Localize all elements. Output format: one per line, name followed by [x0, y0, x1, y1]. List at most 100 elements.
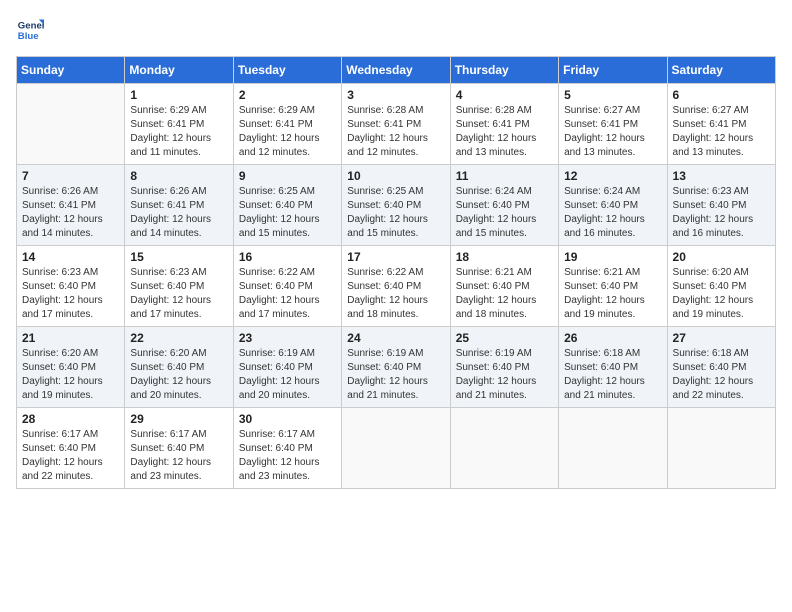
calendar-cell: 25 Sunrise: 6:19 AM Sunset: 6:40 PM Dayli…	[450, 327, 558, 408]
calendar-cell: 23 Sunrise: 6:19 AM Sunset: 6:40 PM Dayli…	[233, 327, 341, 408]
day-number: 5	[564, 88, 661, 102]
day-number: 9	[239, 169, 336, 183]
day-info: Sunrise: 6:18 AM Sunset: 6:40 PM Dayligh…	[564, 347, 661, 403]
calendar-cell	[667, 408, 775, 489]
calendar-cell: 6 Sunrise: 6:27 AM Sunset: 6:41 PM Daylig…	[667, 84, 775, 165]
calendar-table: SundayMondayTuesdayWednesdayThursdayFrid…	[16, 56, 776, 489]
day-number: 27	[673, 331, 770, 345]
day-info: Sunrise: 6:19 AM Sunset: 6:40 PM Dayligh…	[456, 347, 553, 403]
day-info: Sunrise: 6:23 AM Sunset: 6:40 PM Dayligh…	[22, 266, 119, 322]
day-number: 24	[347, 331, 444, 345]
calendar-cell: 1 Sunrise: 6:29 AM Sunset: 6:41 PM Daylig…	[125, 84, 233, 165]
calendar-cell: 18 Sunrise: 6:21 AM Sunset: 6:40 PM Dayli…	[450, 246, 558, 327]
day-number: 25	[456, 331, 553, 345]
calendar-cell: 10Sunrise: 6:25 AM Sunset: 6:40 PM Dayli…	[342, 165, 450, 246]
day-number: 22	[130, 331, 227, 345]
weekday-header-friday: Friday	[559, 57, 667, 84]
logo: General Blue	[16, 16, 48, 44]
day-info: Sunrise: 6:27 AM Sunset: 6:41 PM Dayligh…	[564, 104, 661, 160]
page-header: General Blue	[16, 16, 776, 44]
calendar-cell: 7 Sunrise: 6:26 AM Sunset: 6:41 PM Daylig…	[17, 165, 125, 246]
calendar-cell: 27 Sunrise: 6:18 AM Sunset: 6:40 PM Dayli…	[667, 327, 775, 408]
day-number: 19	[564, 250, 661, 264]
day-number: 11	[456, 169, 553, 183]
calendar-cell: 14 Sunrise: 6:23 AM Sunset: 6:40 PM Dayli…	[17, 246, 125, 327]
day-number: 23	[239, 331, 336, 345]
day-info: Sunrise: 6:27 AM Sunset: 6:41 PM Dayligh…	[673, 104, 770, 160]
day-info: Sunrise: 6:23 AM Sunset: 6:40 PM Dayligh…	[130, 266, 227, 322]
weekday-header-tuesday: Tuesday	[233, 57, 341, 84]
svg-text:Blue: Blue	[18, 31, 39, 42]
calendar-cell: 16 Sunrise: 6:22 AM Sunset: 6:40 PM Dayli…	[233, 246, 341, 327]
day-number: 16	[239, 250, 336, 264]
calendar-cell: 17Sunrise: 6:22 AM Sunset: 6:40 PM Dayli…	[342, 246, 450, 327]
day-info: Sunrise: 6:21 AM Sunset: 6:40 PM Dayligh…	[564, 266, 661, 322]
calendar-cell: 13Sunrise: 6:23 AM Sunset: 6:40 PM Dayli…	[667, 165, 775, 246]
calendar-cell: 15 Sunrise: 6:23 AM Sunset: 6:40 PM Dayli…	[125, 246, 233, 327]
day-number: 17	[347, 250, 444, 264]
day-info: Sunrise: 6:28 AM Sunset: 6:41 PM Dayligh…	[347, 104, 444, 160]
calendar-cell: 24 Sunrise: 6:19 AM Sunset: 6:40 PM Dayli…	[342, 327, 450, 408]
day-info: Sunrise: 6:19 AM Sunset: 6:40 PM Dayligh…	[239, 347, 336, 403]
day-number: 14	[22, 250, 119, 264]
day-info: Sunrise: 6:26 AM Sunset: 6:41 PM Dayligh…	[130, 185, 227, 241]
day-number: 30	[239, 412, 336, 426]
calendar-cell: 3Sunrise: 6:28 AM Sunset: 6:41 PM Daylig…	[342, 84, 450, 165]
calendar-cell: 28Sunrise: 6:17 AM Sunset: 6:40 PM Dayli…	[17, 408, 125, 489]
day-info: Sunrise: 6:29 AM Sunset: 6:41 PM Dayligh…	[239, 104, 336, 160]
day-number: 2	[239, 88, 336, 102]
weekday-header-monday: Monday	[125, 57, 233, 84]
day-number: 18	[456, 250, 553, 264]
day-number: 12	[564, 169, 661, 183]
weekday-header-wednesday: Wednesday	[342, 57, 450, 84]
calendar-cell	[17, 84, 125, 165]
calendar-cell: 22 Sunrise: 6:20 AM Sunset: 6:40 PM Dayli…	[125, 327, 233, 408]
day-number: 26	[564, 331, 661, 345]
weekday-header-sunday: Sunday	[17, 57, 125, 84]
calendar-cell: 19 Sunrise: 6:21 AM Sunset: 6:40 PM Dayli…	[559, 246, 667, 327]
day-info: Sunrise: 6:17 AM Sunset: 6:40 PM Dayligh…	[130, 428, 227, 484]
calendar-cell: 21Sunrise: 6:20 AM Sunset: 6:40 PM Dayli…	[17, 327, 125, 408]
day-info: Sunrise: 6:22 AM Sunset: 6:40 PM Dayligh…	[239, 266, 336, 322]
calendar-cell: 29Sunrise: 6:17 AM Sunset: 6:40 PM Dayli…	[125, 408, 233, 489]
day-info: Sunrise: 6:29 AM Sunset: 6:41 PM Dayligh…	[130, 104, 227, 160]
day-number: 6	[673, 88, 770, 102]
calendar-week-row: 28Sunrise: 6:17 AM Sunset: 6:40 PM Dayli…	[17, 408, 776, 489]
day-info: Sunrise: 6:24 AM Sunset: 6:40 PM Dayligh…	[564, 185, 661, 241]
weekday-header-row: SundayMondayTuesdayWednesdayThursdayFrid…	[17, 57, 776, 84]
calendar-cell: 26 Sunrise: 6:18 AM Sunset: 6:40 PM Dayli…	[559, 327, 667, 408]
day-number: 1	[130, 88, 227, 102]
day-number: 4	[456, 88, 553, 102]
logo-icon: General Blue	[16, 16, 44, 44]
day-info: Sunrise: 6:20 AM Sunset: 6:40 PM Dayligh…	[130, 347, 227, 403]
day-info: Sunrise: 6:23 AM Sunset: 6:40 PM Dayligh…	[673, 185, 770, 241]
calendar-cell: 30 Sunrise: 6:17 AM Sunset: 6:40 PM Dayli…	[233, 408, 341, 489]
day-info: Sunrise: 6:17 AM Sunset: 6:40 PM Dayligh…	[239, 428, 336, 484]
calendar-cell	[342, 408, 450, 489]
day-info: Sunrise: 6:17 AM Sunset: 6:40 PM Dayligh…	[22, 428, 119, 484]
day-info: Sunrise: 6:25 AM Sunset: 6:40 PM Dayligh…	[239, 185, 336, 241]
day-info: Sunrise: 6:24 AM Sunset: 6:40 PM Dayligh…	[456, 185, 553, 241]
calendar-cell: 5 Sunrise: 6:27 AM Sunset: 6:41 PM Daylig…	[559, 84, 667, 165]
day-info: Sunrise: 6:19 AM Sunset: 6:40 PM Dayligh…	[347, 347, 444, 403]
svg-text:General: General	[18, 20, 44, 31]
day-number: 15	[130, 250, 227, 264]
calendar-cell: 9 Sunrise: 6:25 AM Sunset: 6:40 PM Daylig…	[233, 165, 341, 246]
calendar-cell	[559, 408, 667, 489]
day-info: Sunrise: 6:28 AM Sunset: 6:41 PM Dayligh…	[456, 104, 553, 160]
calendar-week-row: 1 Sunrise: 6:29 AM Sunset: 6:41 PM Daylig…	[17, 84, 776, 165]
day-number: 7	[22, 169, 119, 183]
day-info: Sunrise: 6:21 AM Sunset: 6:40 PM Dayligh…	[456, 266, 553, 322]
calendar-cell: 20Sunrise: 6:20 AM Sunset: 6:40 PM Dayli…	[667, 246, 775, 327]
day-number: 20	[673, 250, 770, 264]
calendar-week-row: 21Sunrise: 6:20 AM Sunset: 6:40 PM Dayli…	[17, 327, 776, 408]
weekday-header-thursday: Thursday	[450, 57, 558, 84]
day-info: Sunrise: 6:26 AM Sunset: 6:41 PM Dayligh…	[22, 185, 119, 241]
day-info: Sunrise: 6:20 AM Sunset: 6:40 PM Dayligh…	[22, 347, 119, 403]
calendar-cell: 2 Sunrise: 6:29 AM Sunset: 6:41 PM Daylig…	[233, 84, 341, 165]
weekday-header-saturday: Saturday	[667, 57, 775, 84]
calendar-cell: 8 Sunrise: 6:26 AM Sunset: 6:41 PM Daylig…	[125, 165, 233, 246]
day-info: Sunrise: 6:18 AM Sunset: 6:40 PM Dayligh…	[673, 347, 770, 403]
calendar-week-row: 14 Sunrise: 6:23 AM Sunset: 6:40 PM Dayli…	[17, 246, 776, 327]
day-number: 8	[130, 169, 227, 183]
